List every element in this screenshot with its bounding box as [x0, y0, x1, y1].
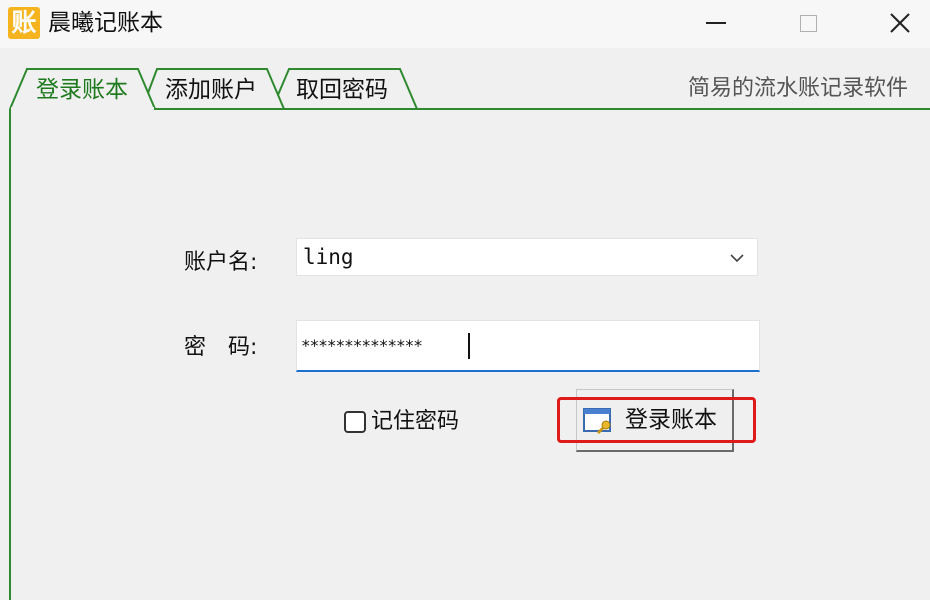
checkbox-box[interactable] — [344, 411, 366, 433]
remember-password-label: 记住密码 — [371, 409, 460, 434]
app-tagline: 简易的流水账记录软件 — [688, 76, 909, 101]
password-field[interactable]: ************** — [296, 320, 760, 372]
account-label: 账户名: — [184, 250, 258, 275]
highlight-box — [557, 397, 756, 443]
text-caret — [468, 333, 470, 359]
account-value: ling — [303, 245, 354, 269]
tab-login[interactable]: 登录账本 — [36, 75, 128, 105]
password-label: 密 码: — [184, 335, 258, 360]
maximize-button[interactable] — [786, 5, 830, 41]
close-button[interactable] — [878, 5, 922, 41]
app-icon: 账 — [8, 7, 40, 39]
title-bar: 账 晨曦记账本 — [0, 0, 930, 48]
password-value: ************** — [301, 336, 423, 355]
minimize-icon — [706, 22, 726, 24]
chevron-down-icon[interactable] — [729, 250, 745, 266]
window-title: 晨曦记账本 — [48, 10, 163, 36]
tab-recover-password[interactable]: 取回密码 — [296, 75, 388, 105]
account-combobox[interactable]: ling — [296, 238, 758, 276]
close-icon — [890, 13, 910, 33]
remember-password-checkbox[interactable]: 记住密码 — [344, 408, 459, 436]
maximize-icon — [799, 14, 817, 32]
tab-add-account[interactable]: 添加账户 — [165, 75, 257, 105]
minimize-button[interactable] — [694, 5, 738, 41]
